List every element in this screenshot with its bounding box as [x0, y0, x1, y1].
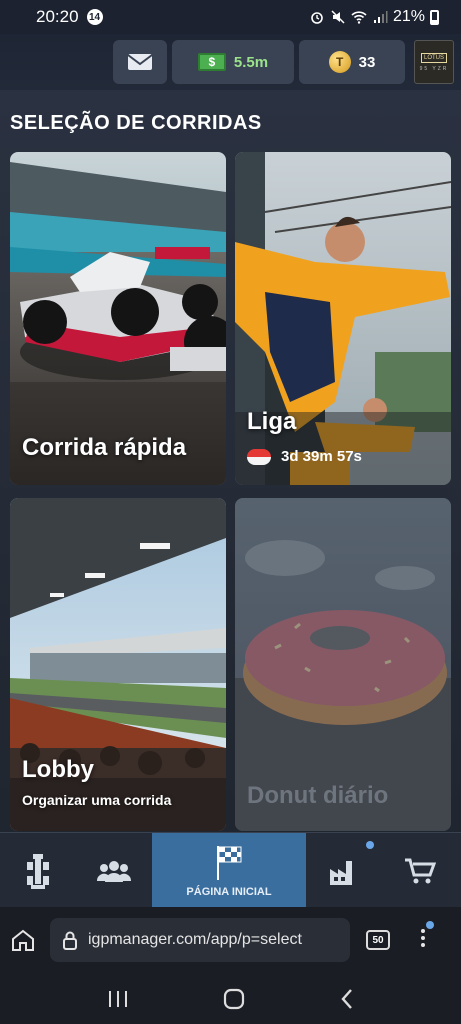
nav-home-label: PÁGINA INICIAL [186, 885, 272, 898]
league-timer: 3d 39m 57s [247, 448, 362, 465]
daily-donut-card[interactable]: Donut diário [235, 498, 451, 831]
back-icon[interactable] [340, 988, 354, 1010]
nav-staff[interactable] [76, 833, 152, 908]
more-vert-icon [421, 928, 425, 947]
battery-icon [430, 9, 439, 25]
mail-button[interactable] [113, 40, 167, 84]
signal-icon [373, 11, 388, 23]
alarm-icon [311, 12, 323, 24]
top-app-bar: 5.5m T 33 LOTUS 95 YZR [0, 34, 461, 90]
f1-car-icon [27, 853, 49, 889]
browser-toolbar: igpmanager.com/app/p=select 50 [0, 907, 461, 973]
battery-percent: 21% [392, 8, 425, 25]
bottom-navigation: PÁGINA INICIAL [0, 832, 461, 908]
status-bar: 20:20 14 21% [0, 0, 461, 34]
tokens-balance-button[interactable]: T 33 [299, 40, 405, 84]
league-label: Liga [247, 408, 297, 435]
home-icon[interactable] [10, 928, 36, 952]
factory-icon [330, 860, 352, 885]
menu-update-dot [426, 920, 434, 929]
tab-switcher-button[interactable]: 50 [366, 930, 390, 950]
lobby-subtitle: Organizar uma corrida [22, 792, 172, 808]
monaco-flag-icon [247, 448, 271, 465]
race-selection-panel: SELEÇÃO DE CORRIDAS Corrida rápida Liga … [0, 90, 461, 832]
notification-badge: 14 [86, 9, 103, 25]
shopping-cart-icon [405, 858, 436, 883]
clock: 20:20 [36, 7, 79, 26]
checkered-flag-icon [217, 845, 242, 880]
daily-donut-label: Donut diário [247, 782, 389, 809]
quick-race-card[interactable]: Corrida rápida [10, 152, 226, 485]
nav-shop[interactable] [382, 833, 458, 908]
team-logo-text: LOTUS [420, 52, 447, 63]
people-icon [97, 860, 131, 882]
address-bar[interactable]: igpmanager.com/app/p=select [50, 918, 350, 962]
mail-icon [127, 54, 153, 70]
lobby-card[interactable]: Lobby Organizar uma corrida [10, 498, 226, 831]
status-icons: 21% [309, 8, 439, 26]
token-amount: 33 [358, 53, 376, 71]
league-card[interactable]: Liga 3d 39m 57s [235, 152, 451, 485]
cash-amount: 5.5m [233, 53, 269, 71]
quick-race-label: Corrida rápida [22, 434, 187, 461]
recent-apps-icon[interactable] [107, 990, 129, 1008]
nav-factory[interactable] [306, 833, 382, 908]
team-logo-button[interactable]: LOTUS 95 YZR [414, 40, 454, 84]
wifi-icon [351, 11, 367, 24]
lobby-label: Lobby [22, 756, 94, 783]
cash-balance-button[interactable]: 5.5m [172, 40, 294, 84]
cash-icon [197, 53, 226, 71]
mute-icon [331, 10, 345, 24]
team-logo-years: 95 YZR [419, 65, 449, 72]
token-coin-icon: T [328, 51, 351, 73]
system-navigation-bar [0, 973, 461, 1024]
league-countdown: 3d 39m 57s [281, 448, 362, 465]
system-home-icon[interactable] [223, 988, 245, 1010]
browser-menu-button[interactable] [420, 920, 434, 954]
nav-car[interactable] [0, 833, 76, 908]
page-title: SELEÇÃO DE CORRIDAS [10, 112, 262, 134]
factory-notification-dot [366, 841, 374, 849]
lock-icon [63, 931, 77, 950]
nav-home[interactable]: PÁGINA INICIAL [152, 833, 306, 908]
url-text: igpmanager.com/app/p=select [88, 931, 302, 948]
